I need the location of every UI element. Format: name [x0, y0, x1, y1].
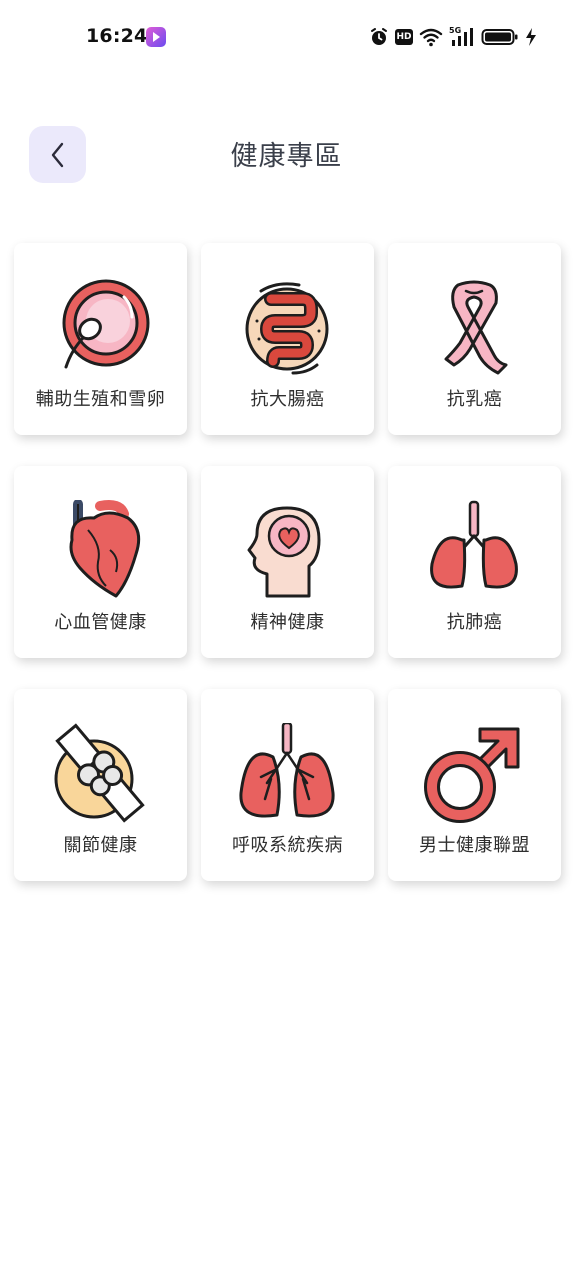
topic-label: 男士健康聯盟 — [419, 835, 530, 856]
topic-card-colorectal-cancer[interactable]: 抗大腸癌 — [201, 243, 374, 435]
status-bar: 16:24 HD 5G — [0, 0, 573, 76]
hd-icon: HD — [395, 29, 413, 45]
page-title: 健康專區 — [230, 141, 343, 172]
topic-label: 精神健康 — [250, 612, 325, 633]
page-header: 健康專區 — [0, 120, 573, 190]
status-time: 16:24 — [86, 25, 148, 47]
heart-organ-icon — [69, 500, 141, 598]
topic-card-joint-health[interactable]: 關節健康 — [14, 689, 187, 881]
app-notification-icon — [146, 27, 166, 47]
topic-card-mens-health[interactable]: 男士健康聯盟 — [388, 689, 561, 881]
knee-joint-icon — [54, 723, 145, 823]
topic-label: 輔助生殖和雪卵 — [35, 389, 166, 410]
topic-card-cardiovascular[interactable]: 心血管健康 — [14, 466, 187, 658]
topic-label: 抗大腸癌 — [250, 389, 325, 410]
topic-card-lung-cancer[interactable]: 抗肺癌 — [388, 466, 561, 658]
topic-label: 抗乳癌 — [446, 389, 503, 410]
topic-label: 關節健康 — [63, 835, 138, 856]
male-symbol-icon — [424, 727, 520, 823]
topic-card-respiratory[interactable]: 呼吸系統疾病 — [201, 689, 374, 881]
egg-sperm-icon — [62, 279, 150, 369]
charging-icon — [525, 27, 537, 47]
topic-card-fertility[interactable]: 輔助生殖和雪卵 — [14, 243, 187, 435]
wifi-icon — [419, 27, 443, 47]
topic-card-mental-health[interactable]: 精神健康 — [201, 466, 374, 658]
5g-signal-icon: 5G — [449, 26, 475, 48]
topic-card-breast-cancer[interactable]: 抗乳癌 — [388, 243, 561, 435]
lungs-icon — [430, 500, 518, 589]
topic-label: 呼吸系統疾病 — [232, 835, 343, 856]
intestine-icon — [245, 282, 329, 375]
topic-label: 抗肺癌 — [446, 612, 503, 633]
pink-ribbon-icon — [444, 280, 508, 375]
alarm-icon — [369, 27, 389, 47]
topic-label: 心血管健康 — [54, 612, 147, 633]
status-icons: HD 5G — [369, 24, 537, 50]
respiratory-lungs-icon — [239, 723, 335, 818]
head-heart-icon — [247, 506, 321, 598]
battery-icon — [481, 27, 519, 47]
